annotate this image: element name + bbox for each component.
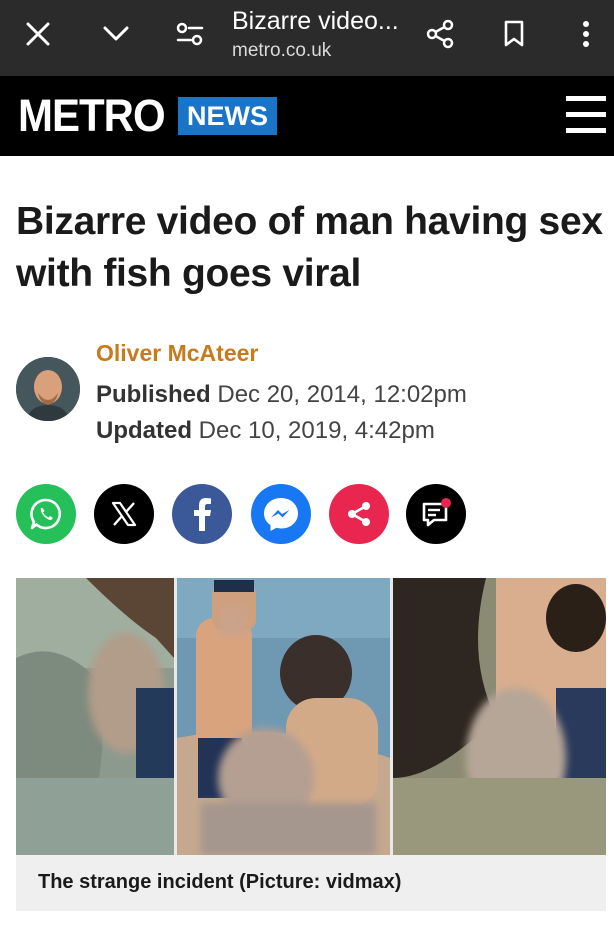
avatar[interactable] <box>16 357 80 421</box>
page-title: Bizarre video... <box>232 7 399 35</box>
published-label: Published <box>96 381 211 408</box>
share-icon <box>348 502 370 526</box>
chevron-down-icon[interactable] <box>96 14 136 54</box>
site-header: METRO NEWS <box>0 76 614 156</box>
x-icon <box>111 501 137 527</box>
close-icon[interactable] <box>18 14 58 54</box>
updated-date: Dec 10, 2019, 4:42pm <box>198 417 435 444</box>
section-badge[interactable]: NEWS <box>178 97 277 135</box>
comment-icon <box>422 498 451 527</box>
updated-label: Updated <box>96 417 192 444</box>
comments-button[interactable] <box>406 484 466 544</box>
whatsapp-icon <box>30 498 62 530</box>
x-share-button[interactable] <box>94 484 154 544</box>
browser-toolbar: Bizarre video... metro.co.uk <box>0 0 614 76</box>
author-name[interactable]: Oliver McAteer <box>96 338 258 368</box>
generic-share-button[interactable] <box>329 484 389 544</box>
hamburger-icon[interactable] <box>566 96 606 134</box>
updated-line: Updated Dec 10, 2019, 4:42pm <box>96 416 435 446</box>
published-date: Dec 20, 2014, 12:02pm <box>217 381 467 408</box>
page-url: metro.co.uk <box>232 40 332 61</box>
messenger-icon <box>264 498 298 531</box>
share-icon[interactable] <box>420 14 460 54</box>
image-caption: The strange incident (Picture: vidmax) <box>16 855 606 911</box>
bookmark-icon[interactable] <box>494 14 534 54</box>
facebook-share-button[interactable] <box>172 484 232 544</box>
messenger-share-button[interactable] <box>251 484 311 544</box>
tune-icon[interactable] <box>170 14 210 54</box>
whatsapp-share-button[interactable] <box>16 484 76 544</box>
metro-logo[interactable]: METRO <box>18 90 166 142</box>
tab-title-block[interactable]: Bizarre video... metro.co.uk <box>232 6 412 64</box>
published-line: Published Dec 20, 2014, 12:02pm <box>96 380 467 410</box>
facebook-icon <box>194 498 211 531</box>
more-vert-icon[interactable] <box>566 14 606 54</box>
article-image[interactable] <box>16 578 606 855</box>
article-headline: Bizarre video of man having sex with fis… <box>16 200 603 295</box>
